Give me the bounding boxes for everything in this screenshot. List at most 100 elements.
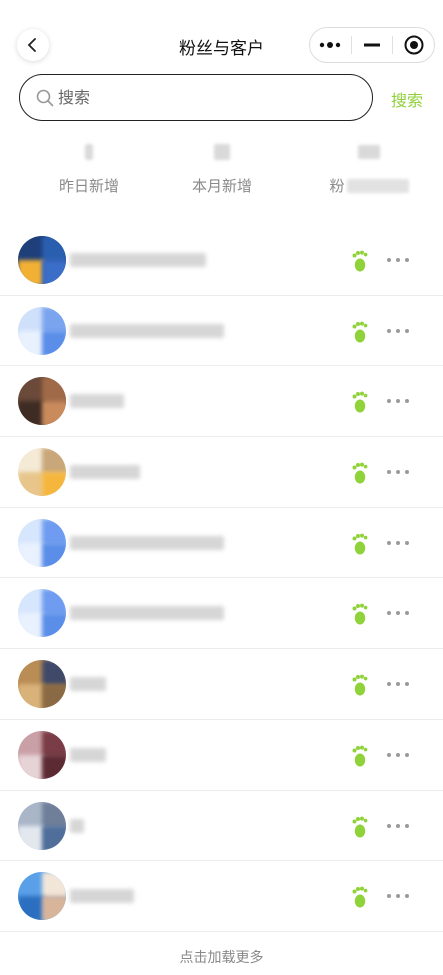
ellipsis-dot (387, 823, 391, 828)
avatar-pixel (42, 730, 66, 757)
footprint-icon[interactable] (351, 816, 369, 838)
avatar-pixel (18, 730, 44, 757)
avatar-pixel (42, 801, 66, 828)
stat-yesterday[interactable]: 昨日新增 (15, 138, 163, 196)
avatar (18, 660, 66, 709)
more-actions-button[interactable] (387, 823, 409, 830)
ellipsis-dot (387, 752, 391, 757)
ellipsis-dot (396, 470, 400, 475)
stat-label: 粉 (329, 177, 345, 195)
customer-row[interactable] (0, 225, 443, 296)
ellipsis-dot (405, 682, 409, 687)
ellipsis-dot (405, 328, 409, 333)
minimize-button[interactable] (352, 28, 393, 62)
avatar-pixel (42, 613, 66, 638)
customer-row[interactable] (0, 296, 443, 367)
stat-label-obscured (346, 178, 409, 193)
avatar-pixel (18, 684, 44, 709)
ellipsis-dot (405, 258, 409, 262)
more-actions-button[interactable] (387, 611, 409, 617)
footprint-icon[interactable] (351, 321, 369, 343)
customer-row[interactable] (0, 437, 443, 508)
avatar-pixel (18, 542, 44, 567)
more-actions-button[interactable] (387, 540, 409, 547)
ellipsis-dot (387, 470, 391, 475)
footprint-icon[interactable] (351, 391, 369, 413)
avatar (18, 589, 66, 638)
customer-row[interactable] (0, 366, 443, 438)
ellipsis-dot (405, 823, 409, 828)
customer-row[interactable] (0, 578, 443, 650)
stat-label: 本月新增 (191, 177, 252, 195)
customer-row[interactable] (0, 649, 443, 720)
avatar-pixel (18, 330, 44, 355)
more-actions-button[interactable] (387, 399, 409, 405)
avatar-pixel (42, 377, 66, 404)
avatar (18, 377, 66, 426)
avatar (18, 730, 66, 779)
ellipsis-dot (396, 399, 400, 404)
ellipsis-dot (387, 540, 391, 545)
avatar-pixel (42, 589, 66, 616)
more-actions-button[interactable] (387, 894, 409, 900)
search-button[interactable]: 搜索 (391, 87, 423, 111)
more-actions-button[interactable] (387, 752, 409, 759)
footprint-icon[interactable] (351, 886, 369, 908)
stat-total-fans[interactable]: 粉 (295, 138, 443, 196)
avatar-pixel (18, 260, 44, 284)
close-miniprogram-button[interactable] (393, 28, 434, 62)
avatar (18, 306, 66, 355)
ellipsis-dot (405, 399, 409, 404)
ellipsis-dot (387, 611, 391, 616)
ellipsis-dot (387, 894, 391, 899)
more-actions-button[interactable] (387, 682, 409, 688)
footprint-icon[interactable] (351, 674, 369, 696)
search-bar[interactable] (19, 74, 373, 121)
stats-summary: 昨日新增 本月新增 粉 (0, 138, 443, 208)
avatar-pixel (18, 660, 44, 687)
avatar-pixel (18, 236, 44, 262)
customer-row[interactable] (0, 861, 443, 932)
customer-name-obscured (70, 323, 224, 338)
load-more-button[interactable]: 点击加载更多 (0, 947, 443, 967)
ellipsis-dot (396, 823, 400, 828)
search-input[interactable] (58, 88, 338, 107)
ellipsis-dot (405, 894, 409, 899)
avatar-pixel (42, 896, 66, 921)
avatar-pixel (18, 306, 44, 333)
avatar (18, 872, 66, 921)
avatar-pixel (42, 401, 66, 426)
footprint-icon[interactable] (351, 603, 369, 625)
avatar-pixel (42, 684, 66, 709)
more-actions-button[interactable] (387, 258, 409, 264)
customer-row[interactable] (0, 508, 443, 579)
avatar-pixel (42, 306, 66, 333)
ellipsis-dot (405, 540, 409, 545)
avatar-pixel (42, 660, 66, 687)
ellipsis-dot (396, 894, 400, 899)
stat-value-obscured (15, 138, 163, 166)
avatar-pixel (42, 825, 66, 850)
more-options-button[interactable] (310, 28, 351, 62)
footprint-icon[interactable] (351, 250, 369, 272)
ellipsis-dot (387, 399, 391, 404)
customer-name-obscured (70, 394, 124, 409)
customer-list (0, 225, 443, 932)
footprint-icon[interactable] (351, 745, 369, 767)
stat-value-obscured (295, 138, 443, 166)
more-actions-button[interactable] (387, 470, 409, 476)
more-actions-button[interactable] (387, 328, 409, 335)
customer-row[interactable] (0, 791, 443, 862)
avatar-pixel (42, 260, 66, 284)
ellipsis-dot (396, 682, 400, 687)
customer-name-obscured (70, 747, 106, 762)
customer-name-obscured (70, 465, 140, 480)
miniprogram-capsule (309, 27, 435, 63)
stat-this-month[interactable]: 本月新增 (148, 138, 296, 196)
customer-name-obscured (70, 535, 224, 550)
ellipsis-dot (405, 470, 409, 475)
avatar-pixel (42, 236, 66, 262)
footprint-icon[interactable] (351, 462, 369, 484)
footprint-icon[interactable] (351, 533, 369, 555)
customer-row[interactable] (0, 720, 443, 791)
